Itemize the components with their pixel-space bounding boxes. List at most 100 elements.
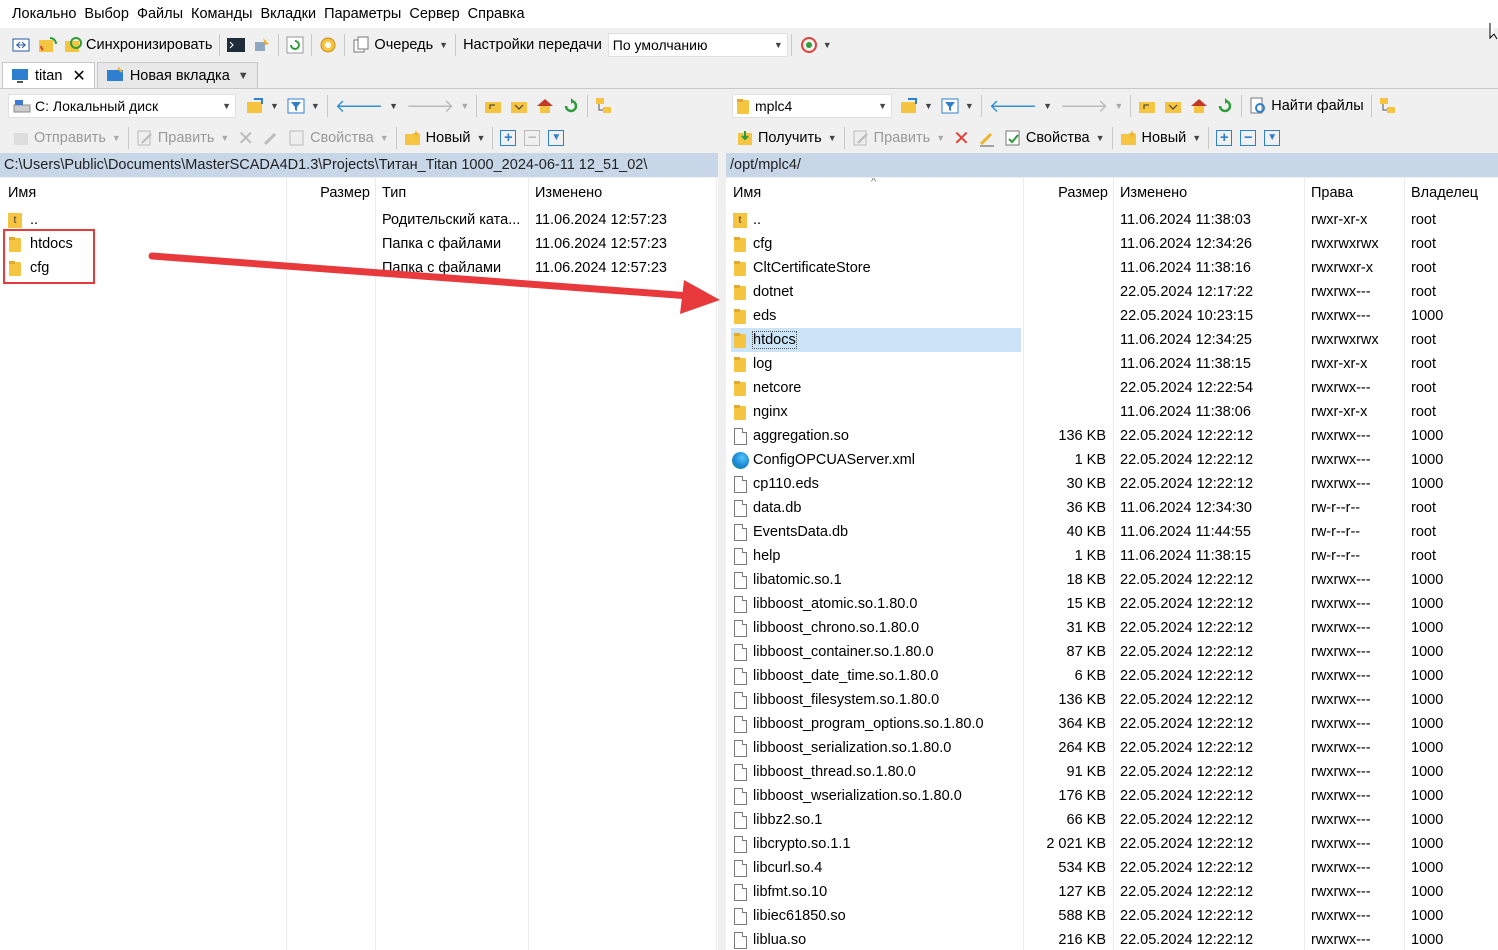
home-dir-button[interactable] xyxy=(1186,93,1212,119)
session-sync-button[interactable]: ▼ xyxy=(795,32,836,58)
table-row[interactable]: htdocs Папка с файлами 11.06.2024 12:57:23 xyxy=(0,232,718,256)
forward-button[interactable]: 🡒 ▼ xyxy=(402,93,473,119)
tab-new[interactable]: Новая вкладка ▼ xyxy=(96,62,258,88)
table-row[interactable]: data.db 36 KB 11.06.2024 12:34:30 rw-r--r--… xyxy=(726,496,1498,520)
properties-button[interactable]: Свойства ▼ xyxy=(1000,125,1109,151)
panel-splitter[interactable] xyxy=(718,90,726,950)
table-row[interactable]: t.. Родительский ката... 11.06.2024 12:57:… xyxy=(0,208,718,232)
menu-item[interactable]: Справка xyxy=(464,6,529,22)
unselect-files-button[interactable]: − xyxy=(520,125,544,151)
table-row[interactable]: libboost_serialization.so.1.80.0 264 KB 22… xyxy=(726,736,1498,760)
table-row[interactable]: help 1 KB 11.06.2024 11:38:15 rw-r--r-- root xyxy=(726,544,1498,568)
back-button[interactable]: 🡐 ▼ xyxy=(985,93,1056,119)
upload-button[interactable]: Отправить ▼ xyxy=(8,125,125,151)
column-header-type[interactable]: Тип xyxy=(382,178,526,208)
back-button[interactable]: 🡐 ▼ xyxy=(331,93,402,119)
tab-titan[interactable]: titan ✕ xyxy=(2,62,95,88)
table-row[interactable]: libboost_date_time.so.1.80.0 6 KB 22.05.20… xyxy=(726,664,1498,688)
table-row[interactable]: dotnet 22.05.2024 12:17:22 rwxrwx--- root xyxy=(726,280,1498,304)
table-row[interactable]: libboost_program_options.so.1.80.0 364 KB… xyxy=(726,712,1498,736)
rename-button[interactable] xyxy=(258,125,284,151)
table-row[interactable]: libcrypto.so.1.1 2 021 KB 22.05.2024 12:22… xyxy=(726,832,1498,856)
filter-button[interactable]: ▼ xyxy=(937,93,978,119)
properties-button[interactable]: Свойства ▼ xyxy=(284,125,393,151)
refresh-all-button[interactable] xyxy=(282,32,308,58)
table-row[interactable]: libboost_container.so.1.80.0 87 KB 22.05.2… xyxy=(726,640,1498,664)
forward-button[interactable]: 🡒 ▼ xyxy=(1056,93,1127,119)
synchronize-button[interactable]: Синхронизировать xyxy=(60,32,216,58)
column-header-rights[interactable]: Права xyxy=(1311,178,1401,208)
download-button[interactable]: Получить ▼ xyxy=(732,125,841,151)
table-row[interactable]: ConfigOPCUAServer.xml 1 KB 22.05.2024 12:2… xyxy=(726,448,1498,472)
refresh-button[interactable] xyxy=(558,93,584,119)
home-dir-button[interactable] xyxy=(532,93,558,119)
delete-button[interactable]: ✕ xyxy=(233,125,258,151)
table-row[interactable]: liblua.so 216 KB 22.05.2024 12:22:12 rwxrwx… xyxy=(726,928,1498,950)
filter-button[interactable]: ▼ xyxy=(283,93,324,119)
edit-button[interactable]: Править ▼ xyxy=(132,125,233,151)
column-header-owner[interactable]: Владелец xyxy=(1411,178,1496,208)
table-row[interactable]: nginx 11.06.2024 11:38:06 rwxr-xr-x root xyxy=(726,400,1498,424)
table-row[interactable]: libiec61850.so 588 KB 22.05.2024 12:22:12 r… xyxy=(726,904,1498,928)
transfer-settings-select[interactable]: По умолчанию ▼ xyxy=(607,33,788,57)
delete-button[interactable]: ✕ xyxy=(949,125,974,151)
tree-toggle-button[interactable] xyxy=(591,93,617,119)
table-row[interactable]: libboost_chrono.so.1.80.0 31 KB 22.05.2024… xyxy=(726,616,1498,640)
select-files-button[interactable]: + xyxy=(1212,125,1236,151)
left-path-bar[interactable]: C:\Users\Public\Documents\MasterSCADA4D1… xyxy=(0,153,718,177)
table-row[interactable]: libfmt.so.10 127 KB 22.05.2024 12:22:12 rwx… xyxy=(726,880,1498,904)
queue-button[interactable]: Очередь ▼ xyxy=(348,32,452,58)
menu-item[interactable]: Команды xyxy=(187,6,256,22)
table-row[interactable]: libboost_thread.so.1.80.0 91 KB 22.05.2024… xyxy=(726,760,1498,784)
table-row[interactable]: t.. 11.06.2024 11:38:03 rwxr-xr-x root xyxy=(726,208,1498,232)
parent-dir-button[interactable] xyxy=(1134,93,1160,119)
chevron-down-icon[interactable]: ▼ xyxy=(238,70,249,82)
table-row[interactable]: eds 22.05.2024 10:23:15 rwxrwx--- 1000 xyxy=(726,304,1498,328)
invert-selection-button[interactable]: ▼ xyxy=(1260,125,1284,151)
table-row[interactable]: libatomic.so.1 18 KB 22.05.2024 12:22:12 rw… xyxy=(726,568,1498,592)
menu-item[interactable]: Выбор xyxy=(80,6,133,22)
edit-button[interactable]: Править ▼ xyxy=(848,125,949,151)
table-row[interactable]: EventsData.db 40 KB 11.06.2024 11:44:55 rw-… xyxy=(726,520,1498,544)
table-row[interactable]: netcore 22.05.2024 12:22:54 rwxrwx--- root xyxy=(726,376,1498,400)
sync-browse-button[interactable] xyxy=(34,32,60,58)
rename-button[interactable] xyxy=(974,125,1000,151)
table-row[interactable]: libboost_wserialization.so.1.80.0 176 KB 2… xyxy=(726,784,1498,808)
remote-folder-select[interactable]: mplc4 ▼ xyxy=(732,94,892,118)
table-row[interactable]: libboost_filesystem.so.1.80.0 136 KB 22.05… xyxy=(726,688,1498,712)
right-path-bar[interactable]: /opt/mplc4/ xyxy=(726,153,1498,177)
root-dir-button[interactable] xyxy=(506,93,532,119)
console-button[interactable] xyxy=(223,32,249,58)
column-header-size[interactable]: Размер xyxy=(288,178,370,208)
menu-item[interactable]: Локально xyxy=(8,6,80,22)
drive-select[interactable]: C: Локальный диск ▼ xyxy=(8,94,236,118)
column-header-name[interactable]: Имя ^ xyxy=(733,178,1021,208)
new-button[interactable]: Новый ▼ xyxy=(400,125,490,151)
compare-dirs-button[interactable] xyxy=(8,32,34,58)
table-row[interactable]: cfg 11.06.2024 12:34:26 rwxrwxrwx root xyxy=(726,232,1498,256)
close-icon[interactable]: ✕ xyxy=(72,66,85,86)
table-row[interactable]: libcurl.so.4 534 KB 22.05.2024 12:22:12 rwx… xyxy=(726,856,1498,880)
table-row[interactable]: cfg Папка с файлами 11.06.2024 12:57:23 xyxy=(0,256,718,280)
table-row[interactable]: cp110.eds 30 KB 22.05.2024 12:22:12 rwxrwx-… xyxy=(726,472,1498,496)
menu-item[interactable]: Файлы xyxy=(133,6,187,22)
open-dir-button[interactable]: ▼ xyxy=(896,93,937,119)
table-row[interactable]: aggregation.so 136 KB 22.05.2024 12:22:12 r… xyxy=(726,424,1498,448)
unselect-files-button[interactable]: − xyxy=(1236,125,1260,151)
menu-item[interactable]: Параметры xyxy=(320,6,405,22)
column-header-size[interactable]: Размер xyxy=(1026,178,1108,208)
column-header-name[interactable]: Имя xyxy=(8,178,284,208)
table-row[interactable]: log 11.06.2024 11:38:15 rwxr-xr-x root xyxy=(726,352,1498,376)
menu-item[interactable]: Сервер xyxy=(405,6,463,22)
column-header-modified[interactable]: Изменено xyxy=(1120,178,1300,208)
refresh-button[interactable] xyxy=(1212,93,1238,119)
open-dir-button[interactable]: ▼ xyxy=(242,93,283,119)
invert-selection-button[interactable]: ▼ xyxy=(544,125,568,151)
table-row[interactable]: libboost_atomic.so.1.80.0 15 KB 22.05.2024… xyxy=(726,592,1498,616)
menu-item[interactable]: Вкладки xyxy=(256,6,320,22)
preferences-button[interactable] xyxy=(315,32,341,58)
parent-dir-button[interactable] xyxy=(480,93,506,119)
table-row[interactable]: libbz2.so.1 66 KB 22.05.2024 12:22:12 rwxrw… xyxy=(726,808,1498,832)
root-dir-button[interactable] xyxy=(1160,93,1186,119)
new-button[interactable]: Новый ▼ xyxy=(1116,125,1206,151)
